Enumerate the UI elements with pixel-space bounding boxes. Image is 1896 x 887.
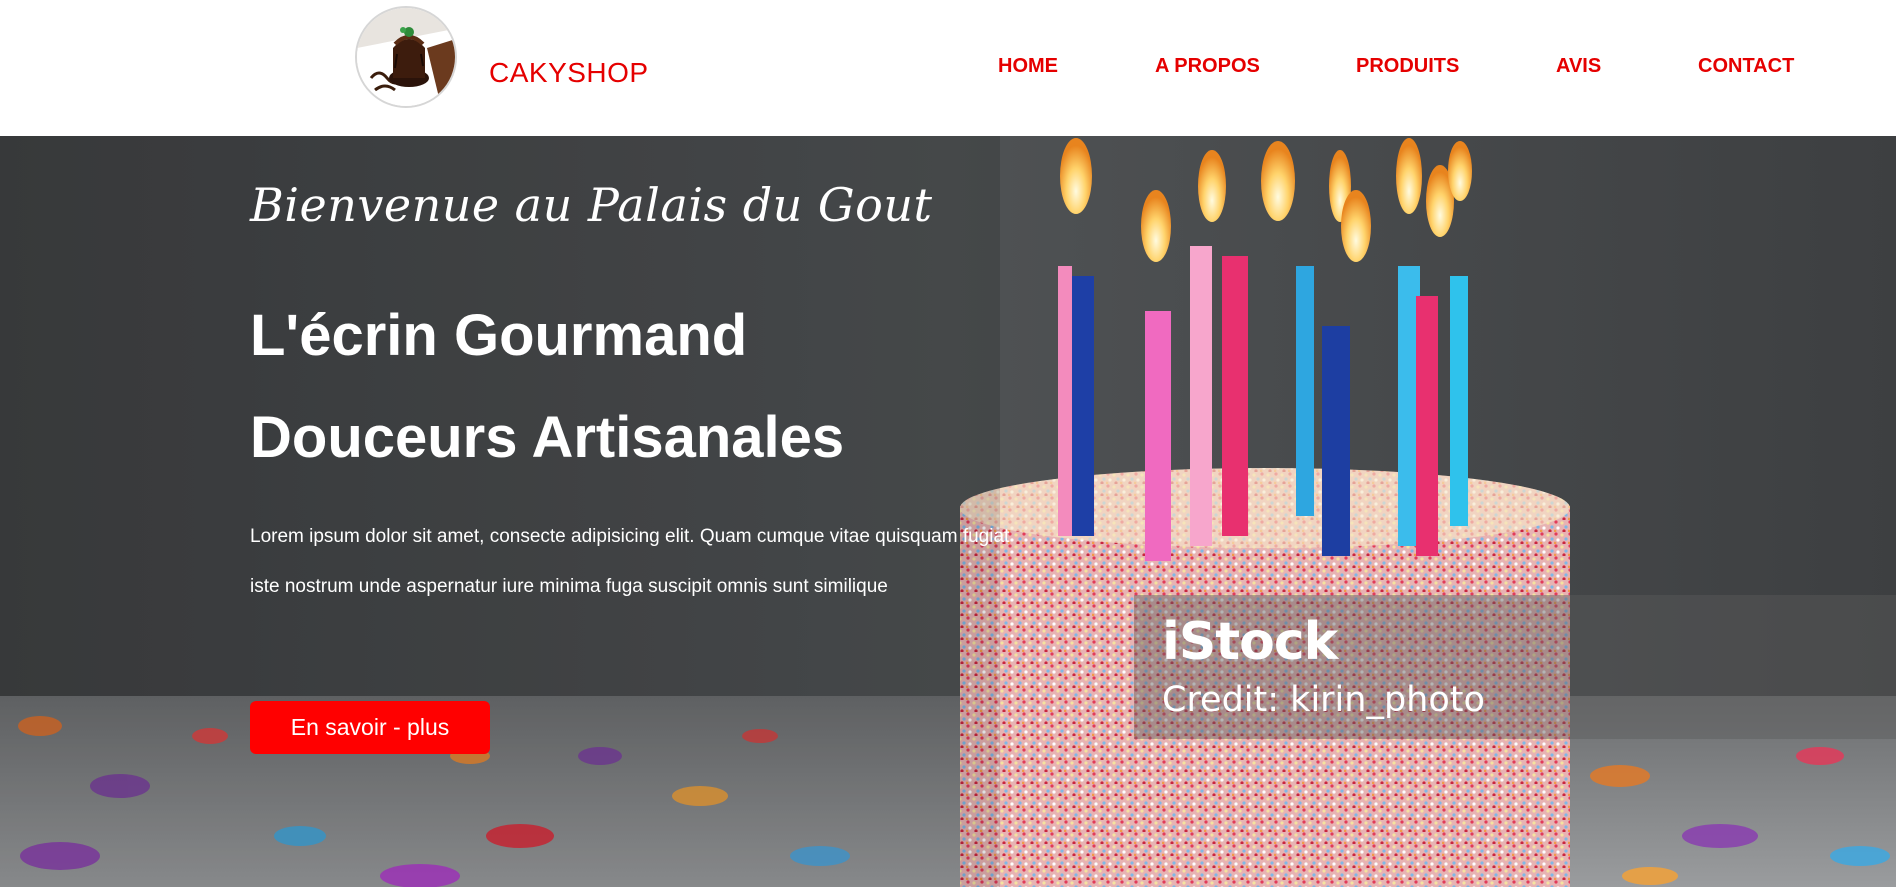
brand-name[interactable]: CAKYSHOP bbox=[489, 57, 649, 89]
site-header: CAKYSHOP HOME A PROPOS PRODUITS AVIS CON… bbox=[0, 0, 1896, 136]
watermark-credit: Credit: kirin_photo bbox=[1162, 680, 1485, 720]
hero-description-line2: iste nostrum unde aspernatur iure minima… bbox=[250, 576, 888, 597]
nav-produits[interactable]: PRODUITS bbox=[1356, 55, 1459, 78]
nav-home[interactable]: HOME bbox=[998, 55, 1058, 78]
nav-contact[interactable]: CONTACT bbox=[1698, 55, 1794, 78]
nav-a-propos[interactable]: A PROPOS bbox=[1155, 55, 1260, 78]
learn-more-button[interactable]: En savoir - plus bbox=[250, 701, 490, 754]
logo-icon[interactable] bbox=[355, 6, 457, 108]
watermark-brand: iStock bbox=[1162, 612, 1338, 672]
birthday-cake-background-image bbox=[0, 136, 1896, 887]
hero-title-line2: Douceurs Artisanales bbox=[250, 405, 845, 470]
welcome-heading: Bienvenue au Palais du Gout bbox=[250, 178, 933, 232]
hero-description-line1: Lorem ipsum dolor sit amet, consecte adi… bbox=[250, 526, 1010, 547]
chocolate-cake-logo-icon bbox=[357, 8, 455, 106]
hero-section bbox=[0, 136, 1896, 887]
hero-title-line1: L'écrin Gourmand bbox=[250, 303, 748, 368]
nav-avis[interactable]: AVIS bbox=[1556, 55, 1601, 78]
